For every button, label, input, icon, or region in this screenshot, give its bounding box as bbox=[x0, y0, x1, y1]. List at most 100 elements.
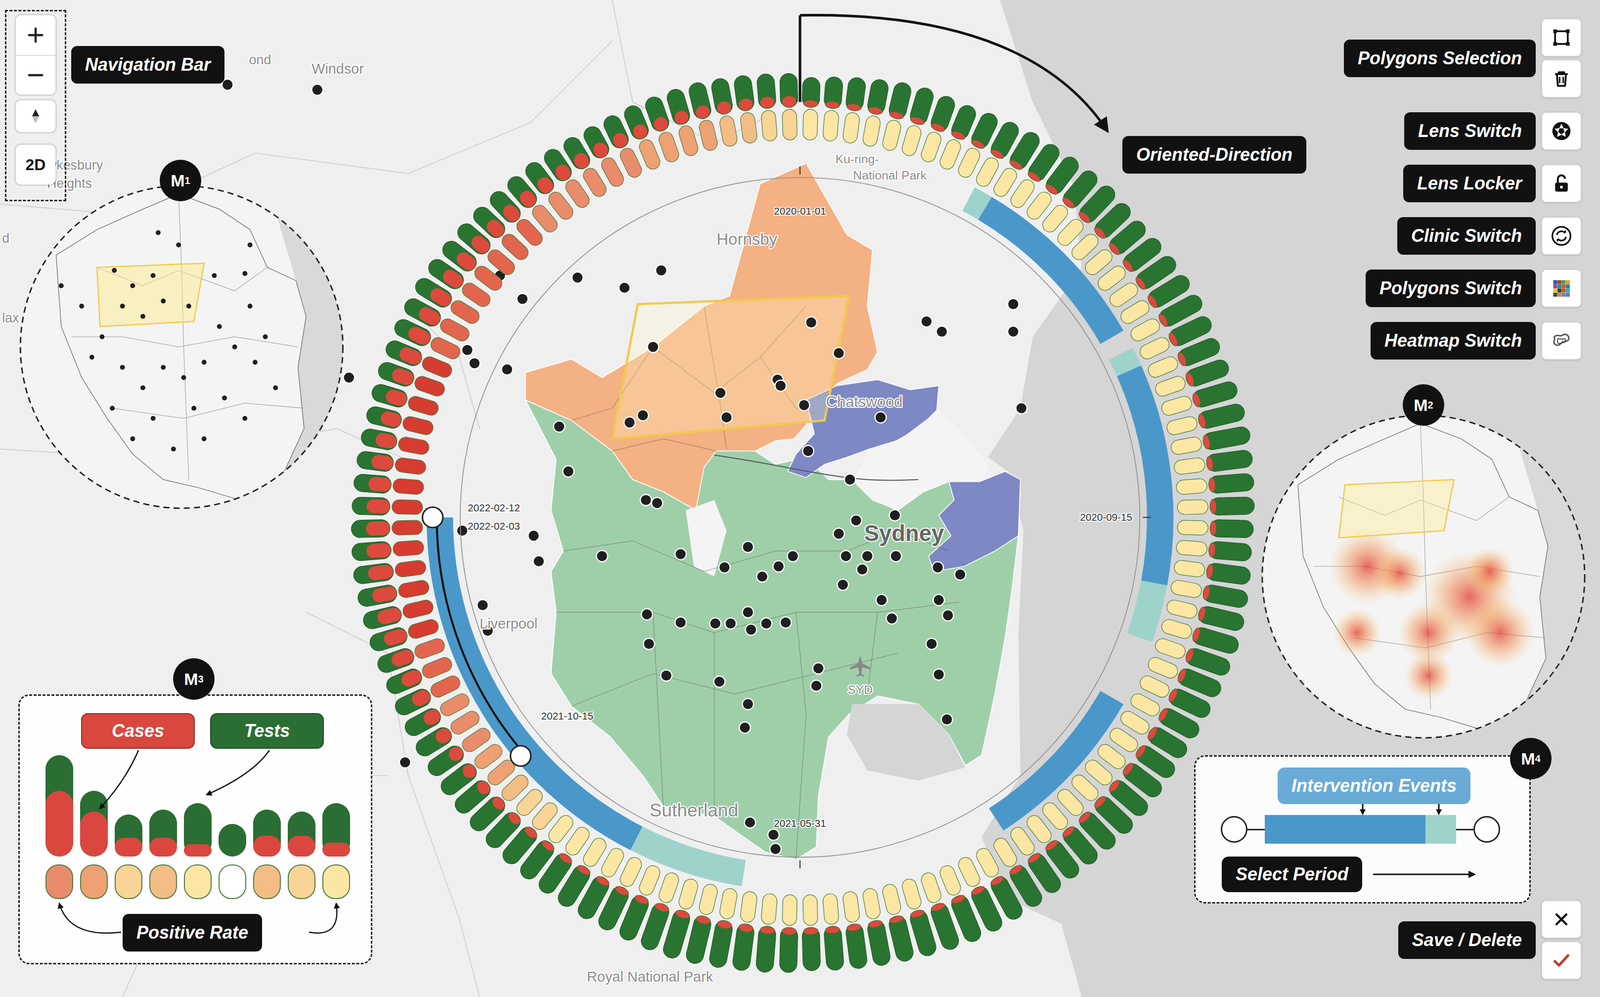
cases-bar[interactable] bbox=[716, 919, 733, 930]
cases-bar[interactable] bbox=[397, 345, 424, 367]
clinic-dot[interactable] bbox=[744, 816, 756, 829]
cases-bar[interactable] bbox=[694, 103, 712, 121]
clinic-dot[interactable] bbox=[802, 445, 814, 457]
cases-bar[interactable] bbox=[399, 667, 424, 689]
clinic-dot[interactable] bbox=[933, 594, 945, 606]
positive-rate-cell[interactable] bbox=[1175, 478, 1208, 495]
cases-bar[interactable] bbox=[630, 122, 650, 141]
positive-rate-cell[interactable] bbox=[919, 130, 943, 164]
clinic-dot[interactable] bbox=[651, 497, 664, 509]
clinic-dot[interactable] bbox=[643, 638, 655, 650]
positive-rate-cell[interactable] bbox=[391, 499, 423, 515]
cases-bar[interactable] bbox=[382, 626, 409, 648]
save-button[interactable] bbox=[1541, 940, 1582, 980]
clinic-dot[interactable] bbox=[837, 578, 849, 591]
cases-bar[interactable] bbox=[365, 542, 393, 559]
cases-bar[interactable] bbox=[610, 130, 630, 151]
clinic-dot[interactable] bbox=[1007, 298, 1020, 311]
positive-rate-cell[interactable] bbox=[657, 870, 681, 905]
positive-rate-cell[interactable] bbox=[881, 118, 903, 152]
positive-rate-cell[interactable] bbox=[900, 877, 923, 911]
cases-bar[interactable] bbox=[737, 97, 754, 112]
tests-bar[interactable] bbox=[710, 77, 734, 116]
cases-bar[interactable] bbox=[888, 110, 905, 121]
clinic-dot[interactable] bbox=[933, 668, 945, 681]
positive-rate-cell[interactable] bbox=[412, 636, 447, 661]
cases-bar[interactable] bbox=[867, 105, 884, 116]
heatmap-switch-button[interactable] bbox=[1541, 321, 1582, 360]
cases-bar[interactable] bbox=[409, 687, 433, 709]
clinic-dot[interactable] bbox=[1015, 402, 1027, 414]
clinic-dot[interactable] bbox=[718, 561, 731, 574]
positive-rate-cell[interactable] bbox=[956, 854, 983, 889]
clinic-dot[interactable] bbox=[745, 623, 757, 636]
locker-switch-button[interactable] bbox=[1541, 164, 1582, 203]
clinic-dot[interactable] bbox=[637, 409, 649, 421]
cases-bar[interactable] bbox=[571, 150, 592, 172]
cases-bar[interactable] bbox=[1176, 667, 1188, 684]
positive-rate-cell[interactable] bbox=[406, 394, 441, 417]
positive-rate-cell[interactable] bbox=[420, 354, 454, 380]
positive-rate-cell[interactable] bbox=[1159, 394, 1194, 417]
clinic-dot[interactable] bbox=[742, 606, 754, 619]
clinic-dot[interactable] bbox=[936, 325, 948, 338]
clinic-dot[interactable] bbox=[468, 357, 481, 369]
cases-bar[interactable] bbox=[950, 893, 967, 905]
clinic-dot[interactable] bbox=[222, 79, 234, 91]
positive-rate-cell[interactable] bbox=[697, 882, 719, 916]
positive-rate-cell[interactable] bbox=[401, 598, 435, 620]
cases-bar[interactable] bbox=[1209, 499, 1217, 514]
clinic-dot[interactable] bbox=[533, 555, 545, 568]
cases-bar[interactable] bbox=[1201, 584, 1211, 601]
positive-rate-cell[interactable] bbox=[401, 414, 435, 437]
cases-bar[interactable] bbox=[379, 409, 403, 429]
cases-bar[interactable] bbox=[846, 923, 862, 932]
tests-bar[interactable] bbox=[1201, 583, 1250, 609]
positive-rate-cell[interactable] bbox=[1173, 456, 1206, 476]
tests-bar[interactable] bbox=[352, 496, 391, 516]
positive-rate-cell[interactable] bbox=[822, 892, 840, 925]
delete-polygon-button[interactable] bbox=[1541, 59, 1582, 98]
cases-bar[interactable] bbox=[384, 387, 409, 408]
cases-bar[interactable] bbox=[888, 914, 905, 924]
cases-bar[interactable] bbox=[366, 498, 391, 514]
clinic-dot[interactable] bbox=[810, 679, 823, 692]
cases-bar[interactable] bbox=[759, 95, 776, 109]
clinic-dot[interactable] bbox=[477, 599, 489, 611]
positive-rate-cell[interactable] bbox=[1165, 598, 1199, 620]
cases-bar[interactable] bbox=[633, 893, 650, 906]
tests-bar[interactable] bbox=[1208, 540, 1253, 562]
clinic-dot[interactable] bbox=[942, 609, 954, 622]
cases-bar[interactable] bbox=[1197, 606, 1207, 622]
positive-rate-cell[interactable] bbox=[1153, 636, 1188, 661]
clinic-dot[interactable] bbox=[623, 416, 636, 429]
clinic-dot[interactable] bbox=[596, 550, 608, 562]
positive-rate-cell[interactable] bbox=[919, 870, 943, 905]
tests-bar[interactable] bbox=[1205, 562, 1252, 585]
clinic-dot[interactable] bbox=[840, 550, 852, 562]
positive-rate-cell[interactable] bbox=[1153, 374, 1188, 399]
view-mode-button[interactable]: 2D bbox=[15, 144, 56, 185]
slider-end-handle[interactable] bbox=[1473, 815, 1501, 843]
positive-rate-cell[interactable] bbox=[428, 673, 463, 700]
clinic-dot[interactable] bbox=[660, 669, 672, 682]
positive-rate-cell[interactable] bbox=[782, 109, 798, 141]
zoom-out-button[interactable] bbox=[15, 54, 56, 95]
tests-bar[interactable] bbox=[1201, 425, 1252, 451]
tests-bar[interactable] bbox=[1209, 519, 1254, 538]
tests-bar[interactable] bbox=[887, 914, 916, 964]
positive-rate-cell[interactable] bbox=[900, 124, 923, 158]
tests-bar[interactable] bbox=[367, 625, 409, 653]
positive-rate-cell[interactable] bbox=[1177, 520, 1209, 535]
cases-bar[interactable] bbox=[366, 563, 395, 581]
cases-bar[interactable] bbox=[950, 129, 967, 141]
positive-rate-cell[interactable] bbox=[657, 130, 681, 164]
positive-rate-cell[interactable] bbox=[739, 111, 758, 144]
positive-rate-cell[interactable] bbox=[842, 890, 861, 923]
tests-bar[interactable] bbox=[823, 925, 845, 971]
cases-bar[interactable] bbox=[375, 606, 403, 626]
clinic-dot[interactable] bbox=[772, 560, 785, 573]
clinic-dot[interactable] bbox=[844, 473, 856, 486]
positive-rate-cell[interactable] bbox=[739, 890, 758, 923]
intervention-event[interactable] bbox=[1116, 365, 1174, 586]
